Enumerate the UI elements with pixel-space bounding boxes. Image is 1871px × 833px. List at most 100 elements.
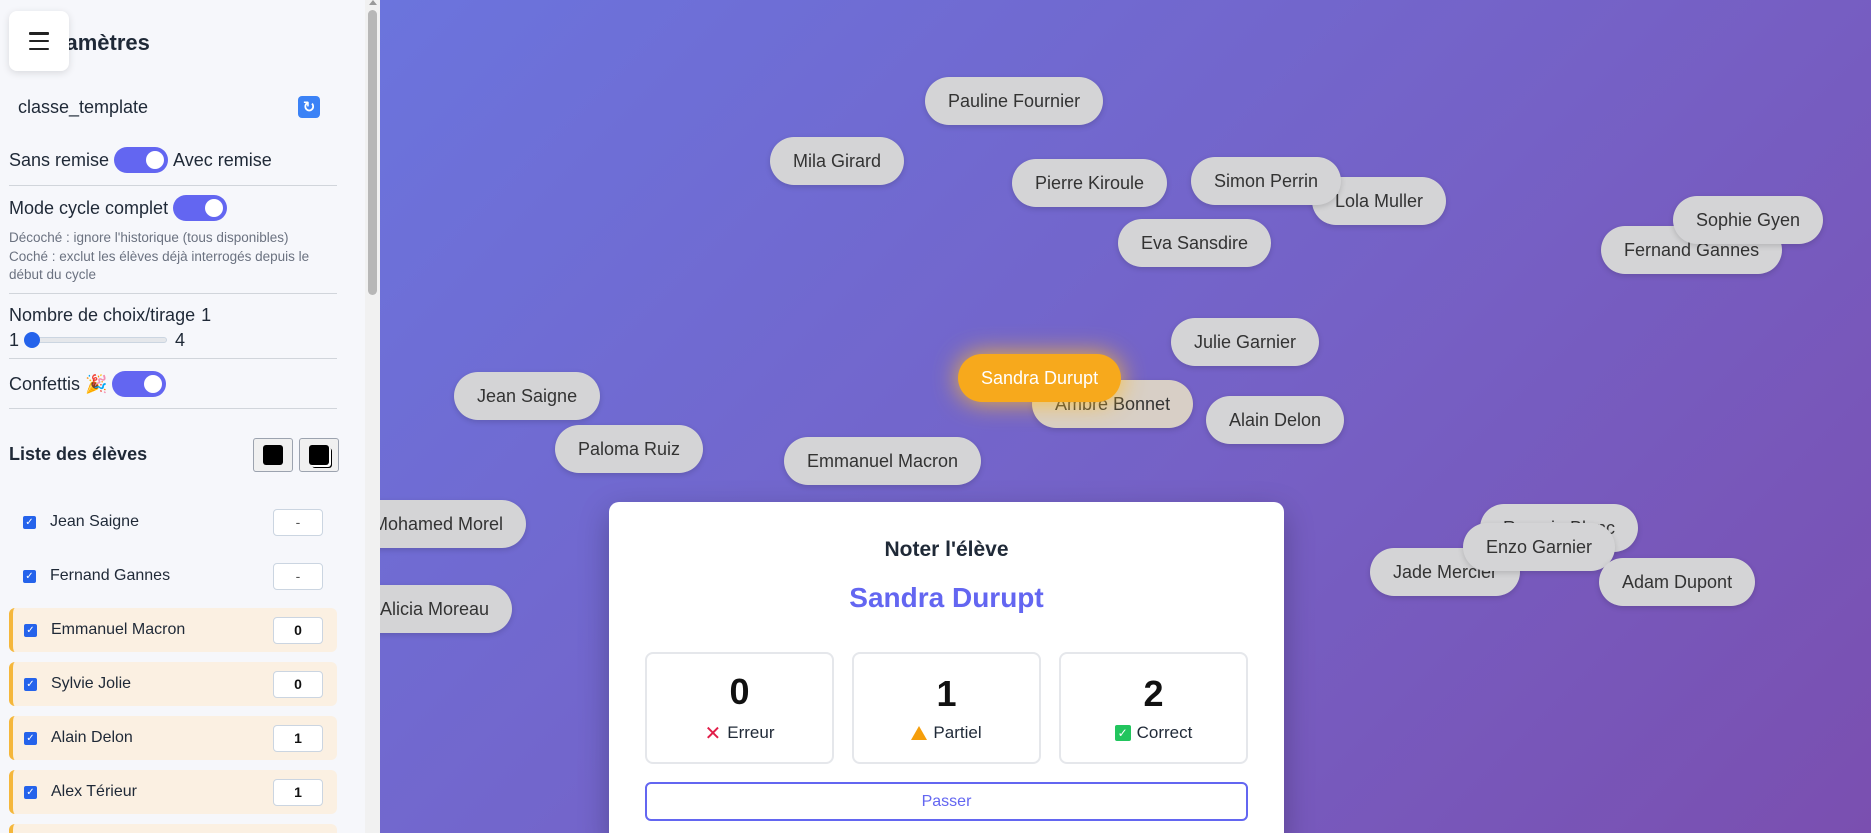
grade-options: 0 ✕ Erreur 1 Partiel 2 ✓ Correct (645, 652, 1248, 764)
confetti-label: Confettis 🎉 (9, 373, 108, 394)
student-chip[interactable]: Simon Perrin (1191, 157, 1342, 205)
student-chip[interactable]: Alicia Moreau (380, 585, 513, 633)
student-row[interactable]: ✓ Sylvie Jolie 0 (9, 662, 337, 706)
grade-value: 0 (729, 670, 750, 712)
draw-mode-right-label: Avec remise (173, 149, 272, 170)
grade-label: Erreur (727, 723, 775, 742)
student-checkbox[interactable]: ✓ (23, 515, 36, 529)
divider (9, 185, 337, 186)
student-chip[interactable]: Adam Dupont (1599, 558, 1756, 606)
student-chip[interactable]: Mila Girard (770, 137, 905, 185)
student-chip[interactable]: Jean Saigne (454, 372, 601, 420)
grade-button-error[interactable]: 0 ✕ Erreur (645, 652, 834, 764)
hint-unchecked: Décoché : ignore l'historique (tous disp… (9, 230, 289, 245)
settings-sidebar: Paramètres classe_template ↻ Sans remise… (0, 0, 380, 833)
divider (9, 408, 337, 409)
student-chip[interactable]: Emmanuel Macron (784, 437, 982, 485)
student-chip[interactable]: Pauline Fournier (925, 77, 1104, 125)
cycle-mode-label: Mode cycle complet (9, 197, 169, 218)
confetti-toggle[interactable] (112, 371, 167, 397)
student-row[interactable]: ✓ Alain Delon 1 (9, 716, 337, 760)
student-chip[interactable]: Eva Sansdire (1118, 219, 1272, 267)
refresh-icon[interactable]: ↻ (298, 96, 320, 118)
template-row: classe_template ↻ (18, 92, 320, 122)
grade-label: Partiel (933, 723, 982, 742)
student-chip[interactable]: Paloma Ruiz (555, 425, 704, 473)
student-chip[interactable]: Pierre Kiroule (1012, 159, 1168, 207)
warning-icon (911, 726, 928, 740)
student-chip[interactable]: Enzo Garnier (1463, 523, 1616, 571)
student-name: Jean Saigne (50, 513, 139, 530)
grade-label: Correct (1136, 723, 1193, 742)
student-checkbox[interactable]: ✓ (24, 731, 37, 745)
select-group-button[interactable] (299, 437, 339, 472)
select-all-button[interactable] (253, 437, 293, 472)
student-chip[interactable]: Julie Garnier (1171, 318, 1320, 366)
student-checkbox[interactable]: ✓ (24, 623, 37, 637)
student-name: Sylvie Jolie (51, 675, 132, 692)
student-chip[interactable]: Alain Delon (1206, 396, 1345, 444)
list-actions (253, 437, 339, 472)
student-name: Alain Delon (51, 729, 133, 746)
student-row[interactable]: ✓ Alex Térieur 1 (9, 770, 337, 814)
draw-mode-row: Sans remise Avec remise (9, 147, 337, 173)
slider-min: 1 (9, 329, 20, 350)
student-checkbox[interactable]: ✓ (23, 569, 36, 583)
check-icon: ✓ (1114, 725, 1131, 741)
sidebar-scrollbar[interactable] (365, 0, 380, 833)
scroll-thumb[interactable] (368, 10, 377, 295)
choices-slider[interactable] (24, 332, 168, 348)
student-chip[interactable]: Sophie Gyen (1673, 196, 1824, 244)
student-score[interactable]: 0 (273, 670, 323, 698)
student-checkbox[interactable]: ✓ (24, 677, 37, 691)
student-checkbox[interactable]: ✓ (24, 785, 37, 799)
student-row[interactable]: ✓ Emmanuel Macron 0 (9, 608, 337, 652)
sidebar-content: Paramètres classe_template ↻ Sans remise… (0, 0, 365, 833)
student-name: Fernand Gannes (50, 567, 171, 584)
grade-dialog: Noter l'élève Sandra Durupt 0 ✕ Erreur 1… (609, 502, 1284, 833)
draw-mode-left-label: Sans remise (9, 149, 110, 170)
grade-button-partial[interactable]: 1 Partiel (852, 652, 1041, 764)
choices-value: 1 (201, 305, 212, 325)
slider-thumb[interactable] (24, 332, 41, 348)
menu-button[interactable] (9, 11, 69, 71)
confetti-row: Confettis 🎉 (9, 371, 337, 397)
template-name: classe_template (18, 96, 149, 117)
scroll-up-arrow-icon[interactable] (369, 0, 377, 5)
grade-value: 1 (936, 673, 957, 714)
square-icon (263, 444, 283, 465)
pass-button[interactable]: Passer (645, 782, 1248, 821)
student-score[interactable]: 1 (273, 778, 323, 806)
student-row[interactable]: ✓ Fernand Gannes - (9, 554, 337, 598)
cross-icon: ✕ (704, 722, 722, 745)
grade-label-row: ✕ Erreur (705, 721, 775, 746)
student-row[interactable]: ✓ Jean Saigne - (9, 500, 337, 544)
grade-label-row: ✓ Correct (1114, 723, 1193, 743)
selected-student-chip[interactable]: Sandra Durupt (958, 354, 1122, 402)
student-name: Alex Térieur (51, 783, 137, 800)
divider (9, 293, 337, 294)
student-score[interactable]: - (273, 562, 323, 590)
grade-button-correct[interactable]: 2 ✓ Correct (1059, 652, 1248, 764)
student-list-title: Liste des élèves (9, 444, 148, 464)
cycle-mode-hint: Décoché : ignore l'historique (tous disp… (9, 229, 339, 285)
choices-label: Nombre de choix/tirage (9, 305, 196, 325)
divider (9, 358, 337, 359)
cycle-mode-row: Mode cycle complet (9, 195, 337, 221)
student-row[interactable] (9, 824, 337, 833)
stacked-squares-icon (309, 444, 329, 465)
student-list-header: Liste des élèves (9, 437, 339, 472)
dialog-title: Noter l'élève (884, 538, 1009, 561)
draw-mode-toggle[interactable] (114, 147, 169, 173)
hint-checked: Coché : exclut les élèves déjà interrogé… (9, 248, 310, 283)
student-chip[interactable]: Mohamed Morel (380, 500, 527, 548)
hamburger-icon (29, 32, 49, 50)
student-score[interactable]: - (273, 508, 323, 536)
student-name: Emmanuel Macron (51, 621, 186, 638)
grade-label-row: Partiel (911, 723, 982, 743)
student-score[interactable]: 0 (273, 616, 323, 644)
slider-max: 4 (175, 329, 186, 350)
student-score[interactable]: 1 (273, 724, 323, 752)
choices-slider-row: 1 4 (9, 329, 209, 351)
cycle-mode-toggle[interactable] (173, 195, 228, 221)
